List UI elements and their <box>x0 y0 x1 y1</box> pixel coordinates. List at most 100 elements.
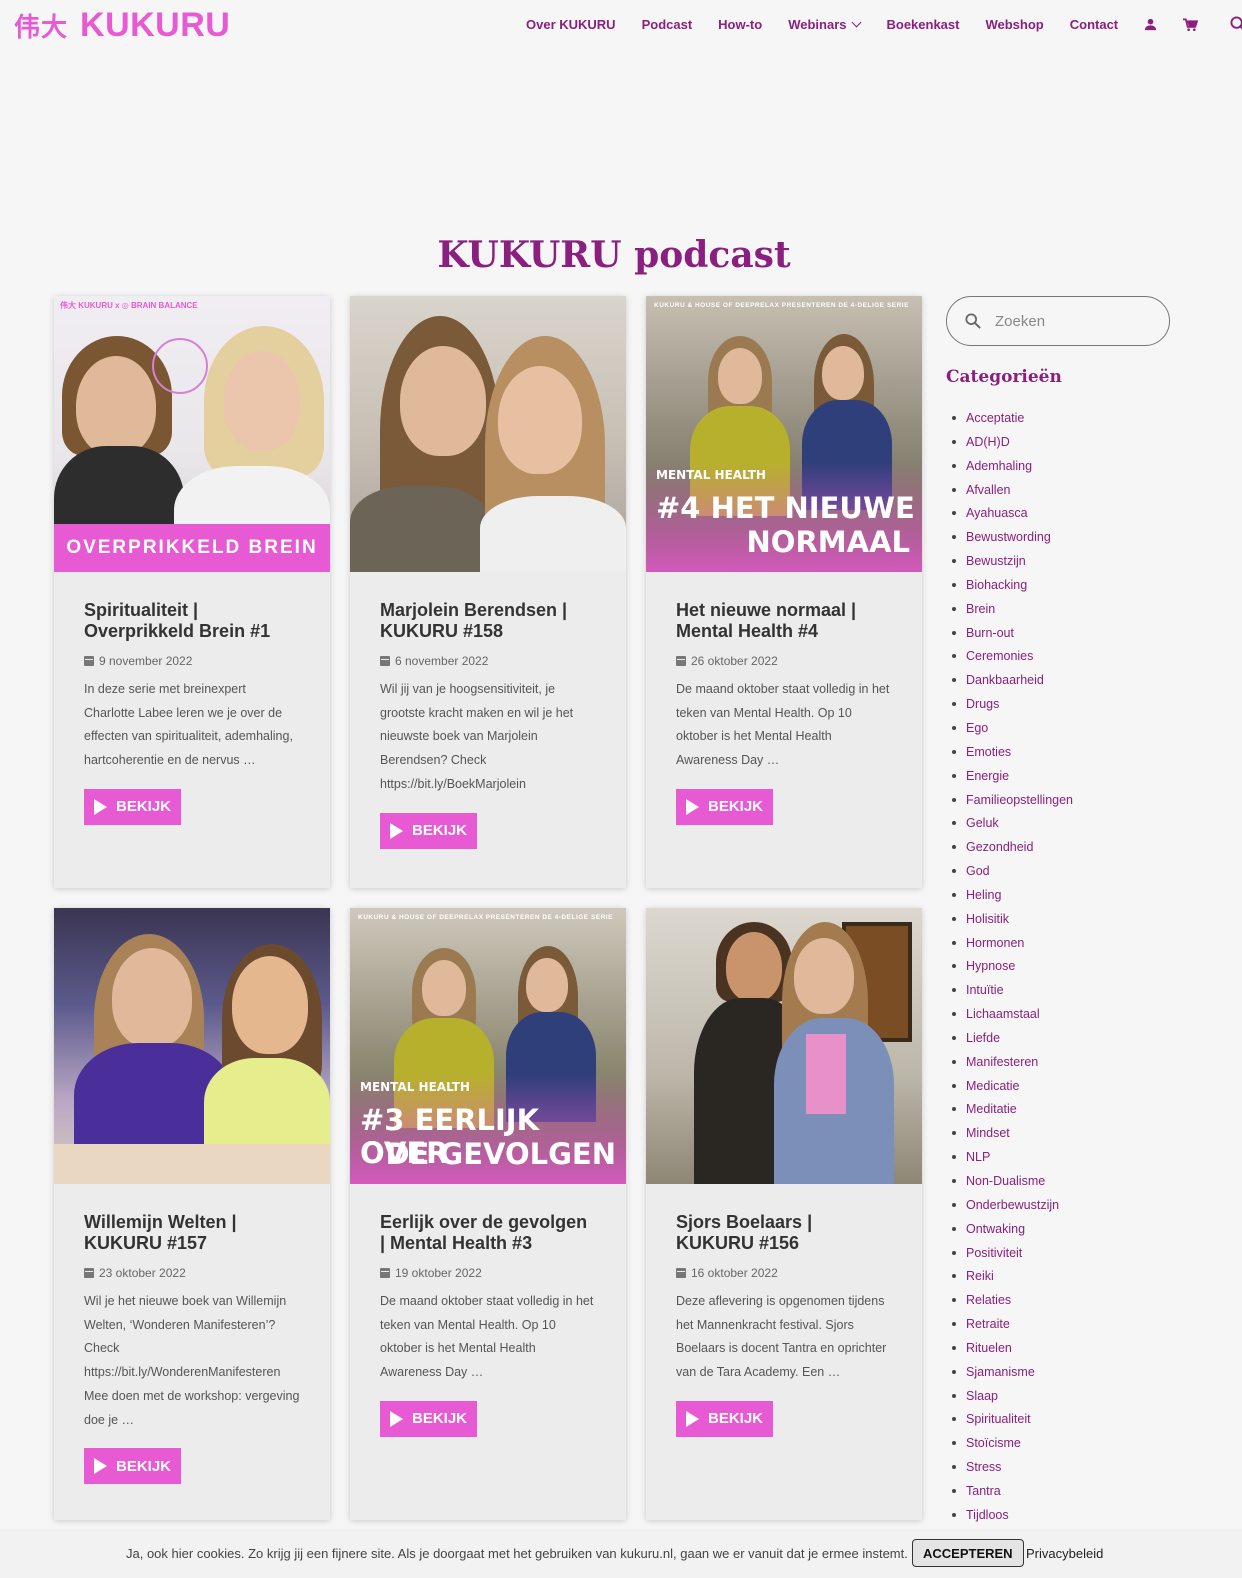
nav-item-contact[interactable]: Contact <box>1070 17 1118 32</box>
category-link[interactable]: Mindset <box>951 1124 1073 1148</box>
button-label: BEKIJK <box>116 798 172 816</box>
post-card: Willemijn Welten | KUKURU #157 23 oktobe… <box>54 908 330 1520</box>
category-link[interactable]: Meditatie <box>951 1100 1073 1124</box>
category-link[interactable]: Liefde <box>951 1029 1073 1053</box>
category-link[interactable]: Retraite <box>951 1315 1073 1339</box>
post-title[interactable]: Willemijn Welten | KUKURU #157 <box>84 1212 300 1254</box>
category-link[interactable]: Heling <box>951 886 1073 910</box>
watch-button[interactable]: BEKIJK <box>84 1448 182 1485</box>
category-link[interactable]: Biohacking <box>951 576 1073 600</box>
category-link[interactable]: Holisitik <box>951 910 1073 934</box>
category-link[interactable]: Ceremonies <box>951 647 1073 671</box>
category-link[interactable]: Medicatie <box>951 1077 1073 1101</box>
category-link[interactable]: Reiki <box>951 1267 1073 1291</box>
category-link[interactable]: Rituelen <box>951 1339 1073 1363</box>
nav-item-how-to[interactable]: How-to <box>718 17 762 32</box>
watch-button[interactable]: BEKIJK <box>380 1400 478 1437</box>
category-link[interactable]: Ontwaking <box>951 1220 1073 1244</box>
watch-button[interactable]: BEKIJK <box>380 812 478 849</box>
play-icon <box>94 798 107 815</box>
post-title[interactable]: Het nieuwe normaal | Mental Health #4 <box>676 600 892 642</box>
category-link[interactable]: Tantra <box>951 1482 1073 1506</box>
play-icon <box>390 1410 403 1427</box>
category-link[interactable]: Ayahuasca <box>951 504 1073 528</box>
accept-cookies-button[interactable]: ACCEPTEREN <box>912 1539 1024 1567</box>
post-thumbnail[interactable]: 伟大 KUKURU x ◎ BRAIN BALANCE OVERPRIKKELD… <box>54 296 330 572</box>
category-link[interactable]: Brein <box>951 600 1073 624</box>
thumbnail-tagline: 伟大 KUKURU x ◎ BRAIN BALANCE <box>60 301 198 310</box>
category-link[interactable]: Slaap <box>951 1387 1073 1411</box>
post-thumbnail[interactable] <box>350 296 626 572</box>
category-link[interactable]: Stoïcisme <box>951 1434 1073 1458</box>
category-list: Acceptatie AD(H)D Ademhaling Afvallen Ayahua… <box>951 409 1073 1530</box>
nav-item-webshop[interactable]: Webshop <box>985 17 1043 32</box>
site-logo[interactable]: 伟大 KUKURU <box>14 6 230 45</box>
post-title[interactable]: Marjolein Berendsen | KUKURU #158 <box>380 600 596 642</box>
category-link[interactable]: Sjamanisme <box>951 1363 1073 1387</box>
category-link[interactable]: Intuïtie <box>951 981 1073 1005</box>
user-icon[interactable] <box>1144 18 1157 31</box>
person-face <box>422 960 466 1016</box>
category-link[interactable]: Hormonen <box>951 934 1073 958</box>
category-link[interactable]: Ademhaling <box>951 457 1073 481</box>
category-link[interactable]: Acceptatie <box>951 409 1073 433</box>
category-link[interactable]: Relaties <box>951 1291 1073 1315</box>
person-face <box>224 351 300 451</box>
category-link[interactable]: Bewustwording <box>951 528 1073 552</box>
nav-item-podcast[interactable]: Podcast <box>642 17 693 32</box>
post-thumbnail[interactable] <box>54 908 330 1184</box>
watch-button[interactable]: BEKIJK <box>676 1400 774 1437</box>
post-title[interactable]: Eerlijk over de gevolgen | Mental Health… <box>380 1212 596 1254</box>
logo-cjk: 伟大 <box>14 13 69 43</box>
sidebar-search[interactable]: Zoeken <box>946 296 1170 346</box>
thumbnail-headline: #4 HET NIEUWE <box>656 491 915 525</box>
watch-button[interactable]: BEKIJK <box>84 788 182 825</box>
button-label: BEKIJK <box>708 798 764 816</box>
category-link[interactable]: Drugs <box>951 695 1073 719</box>
cart-icon[interactable] <box>1183 18 1199 32</box>
category-link[interactable]: Bewustzijn <box>951 552 1073 576</box>
category-link[interactable]: Lichaamstaal <box>951 1005 1073 1029</box>
category-link[interactable]: Tijdloos <box>951 1506 1073 1530</box>
category-link[interactable]: Geluk <box>951 814 1073 838</box>
category-link[interactable]: Afvallen <box>951 481 1073 505</box>
nav-item-boekenkast[interactable]: Boekenkast <box>886 17 959 32</box>
brain-icon <box>152 338 208 394</box>
nav-item-over-kukuru[interactable]: Over KUKURU <box>526 17 616 32</box>
post-card: Sjors Boelaars | KUKURU #156 16 oktober … <box>646 908 922 1520</box>
category-link[interactable]: Ego <box>951 719 1073 743</box>
post-thumbnail[interactable]: KUKURU & HOUSE OF DEEPRELAX PRESENTEREN … <box>350 908 626 1184</box>
category-link[interactable]: Onderbewustzijn <box>951 1196 1073 1220</box>
category-link[interactable]: Energie <box>951 767 1073 791</box>
category-link[interactable]: Spiritualiteit <box>951 1410 1073 1434</box>
post-date: 23 oktober 2022 <box>99 1266 186 1280</box>
category-link[interactable]: AD(H)D <box>951 433 1073 457</box>
cookie-bar: Ja, ook hier cookies. Zo krijg jij een f… <box>0 1529 1242 1578</box>
person-face <box>718 348 762 404</box>
privacy-link[interactable]: Privacybeleid <box>1026 1546 1103 1561</box>
category-link[interactable]: Dankbaarheid <box>951 671 1073 695</box>
category-link[interactable]: God <box>951 862 1073 886</box>
person-face <box>794 938 854 1014</box>
category-link[interactable]: Hypnose <box>951 957 1073 981</box>
category-link[interactable]: Non-Dualisme <box>951 1172 1073 1196</box>
post-thumbnail[interactable] <box>646 908 922 1184</box>
category-link[interactable]: Emoties <box>951 743 1073 767</box>
category-link[interactable]: Manifesteren <box>951 1053 1073 1077</box>
category-link[interactable]: Burn-out <box>951 624 1073 648</box>
search-icon[interactable] <box>1230 16 1242 33</box>
post-thumbnail[interactable]: KUKURU & HOUSE OF DEEPRELAX PRESENTEREN … <box>646 296 922 572</box>
calendar-icon <box>676 1268 686 1278</box>
category-link[interactable]: Gezondheid <box>951 838 1073 862</box>
post-title[interactable]: Sjors Boelaars | KUKURU #156 <box>676 1212 892 1254</box>
category-link[interactable]: Stress <box>951 1458 1073 1482</box>
post-date: 9 november 2022 <box>99 654 193 668</box>
watch-button[interactable]: BEKIJK <box>676 788 774 825</box>
category-link[interactable]: Positiviteit <box>951 1244 1073 1268</box>
category-link[interactable]: NLP <box>951 1148 1073 1172</box>
post-title[interactable]: Spiritualiteit | Overprikkeld Brein #1 <box>84 600 300 642</box>
nav-label: Contact <box>1069 17 1119 32</box>
category-link[interactable]: Familieopstellingen <box>951 791 1073 815</box>
nav-item-webinars[interactable]: Webinars <box>788 17 862 32</box>
search-input[interactable]: Zoeken <box>995 313 1045 330</box>
